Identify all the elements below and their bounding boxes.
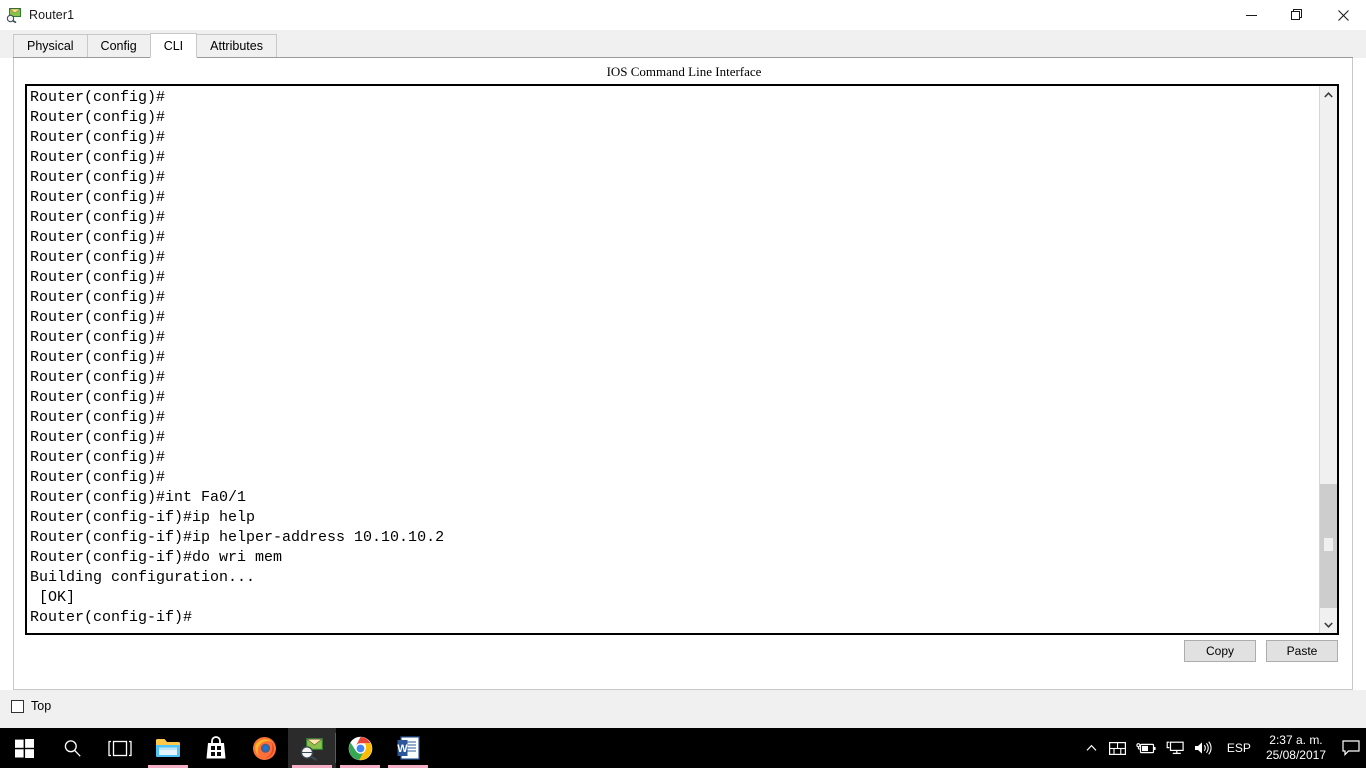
- clock[interactable]: 2:37 a. m. 25/08/2017: [1260, 728, 1336, 768]
- terminal-line: [OK]: [30, 589, 76, 606]
- volume-icon[interactable]: [1189, 728, 1218, 768]
- scroll-down-arrow-icon[interactable]: [1320, 616, 1337, 633]
- input-language-indicator[interactable]: ESP: [1218, 728, 1260, 768]
- terminal-line: Router(config-if)#: [30, 609, 193, 626]
- scrollbar-thumb-grip: [1324, 538, 1333, 551]
- terminal-output[interactable]: Router(config)# Router(config)# Router(con…: [27, 86, 1319, 633]
- router-properties-window: Router1 Physical Config CLI Attributes I…: [0, 0, 1366, 728]
- terminal-line: Router(config)#: [30, 389, 166, 406]
- svg-text:W: W: [397, 743, 408, 755]
- action-center-icon[interactable]: [1336, 728, 1366, 768]
- network-icon[interactable]: [1161, 728, 1189, 768]
- firefox-button[interactable]: [240, 728, 288, 768]
- tab-attributes[interactable]: Attributes: [196, 34, 277, 58]
- cli-heading: IOS Command Line Interface: [606, 64, 762, 79]
- cli-tab-panel: IOS Command Line Interface Router(config…: [13, 58, 1353, 690]
- restore-button[interactable]: [1274, 0, 1320, 30]
- terminal-line: Router(config)#: [30, 429, 166, 446]
- task-view-button[interactable]: [96, 728, 144, 768]
- terminal-line: Router(config)#: [30, 129, 166, 146]
- top-checkbox-label: Top: [31, 699, 52, 713]
- battery-charging-icon[interactable]: [1131, 728, 1161, 768]
- terminal-line: Router(config)#: [30, 349, 166, 366]
- scrollbar-thumb[interactable]: [1320, 484, 1337, 608]
- tab-cli[interactable]: CLI: [149, 33, 198, 58]
- title-bar[interactable]: Router1: [0, 0, 1366, 30]
- terminal-line: Router(config)#: [30, 249, 166, 266]
- scroll-up-arrow-icon[interactable]: [1320, 86, 1337, 103]
- minimize-button[interactable]: [1228, 0, 1274, 30]
- terminal-line: Router(config)#: [30, 369, 166, 386]
- tab-config[interactable]: Config: [86, 34, 151, 58]
- tab-strip: Physical Config CLI Attributes: [0, 30, 1366, 58]
- clock-date: 25/08/2017: [1265, 748, 1326, 762]
- packet-tracer-button[interactable]: [288, 728, 336, 768]
- terminal-line: Router(config)#: [30, 209, 166, 226]
- terminal-line: Router(config)#: [30, 89, 166, 106]
- terminal-line: Building configuration...: [30, 569, 256, 586]
- terminal-line: Router(config)#: [30, 289, 166, 306]
- window-footer: Top: [0, 690, 1366, 728]
- paste-button[interactable]: Paste: [1266, 640, 1338, 662]
- start-button[interactable]: [0, 728, 48, 768]
- copy-button[interactable]: Copy: [1184, 640, 1256, 662]
- file-explorer-button[interactable]: [144, 728, 192, 768]
- tab-physical[interactable]: Physical: [13, 34, 88, 58]
- top-checkbox-row[interactable]: Top: [11, 699, 51, 713]
- top-checkbox[interactable]: [11, 699, 24, 713]
- terminal-line: Router(config)#: [30, 229, 166, 246]
- clock-time: 2:37 a. m.: [1269, 733, 1323, 747]
- terminal-line: Router(config)#: [30, 329, 166, 346]
- window-title: Router1: [29, 8, 75, 22]
- terminal[interactable]: Router(config)# Router(config)# Router(con…: [25, 84, 1339, 635]
- terminal-scrollbar[interactable]: [1319, 86, 1337, 633]
- terminal-line: Router(config-if)#ip help: [30, 509, 256, 526]
- packet-tracer-icon: [6, 7, 22, 24]
- window-controls: [1228, 0, 1366, 30]
- close-button[interactable]: [1320, 0, 1366, 30]
- system-tray: ESP 2:37 a. m. 25/08/2017: [1080, 728, 1366, 768]
- windows-taskbar: W ESP 2:37 a. m. 25/08/2017: [0, 728, 1366, 768]
- terminal-line: Router(config-if)#ip helper-address 10.1…: [30, 529, 445, 546]
- tab-list: Physical Config CLI Attributes: [13, 33, 277, 58]
- terminal-line: Router(config-if)#do wri mem: [30, 549, 283, 566]
- show-hidden-icons-chevron-icon[interactable]: [1080, 728, 1104, 768]
- terminal-line: Router(config)#: [30, 469, 166, 486]
- terminal-line: Router(config)#: [30, 109, 166, 126]
- terminal-line: Router(config)#: [30, 149, 166, 166]
- terminal-line: Router(config)#int Fa0/1: [30, 489, 247, 506]
- google-chrome-button[interactable]: [336, 728, 384, 768]
- terminal-line: Router(config)#: [30, 449, 166, 466]
- terminal-line: Router(config)#: [30, 269, 166, 286]
- microsoft-word-button[interactable]: W: [384, 728, 432, 768]
- microsoft-store-button[interactable]: [192, 728, 240, 768]
- cli-action-buttons: Copy Paste: [1184, 640, 1338, 662]
- terminal-line: Router(config)#: [30, 409, 166, 426]
- touch-keyboard-icon[interactable]: [1104, 728, 1131, 768]
- terminal-line: Router(config)#: [30, 169, 166, 186]
- search-button[interactable]: [48, 728, 96, 768]
- terminal-line: Router(config)#: [30, 189, 166, 206]
- terminal-line: Router(config)#: [30, 309, 166, 326]
